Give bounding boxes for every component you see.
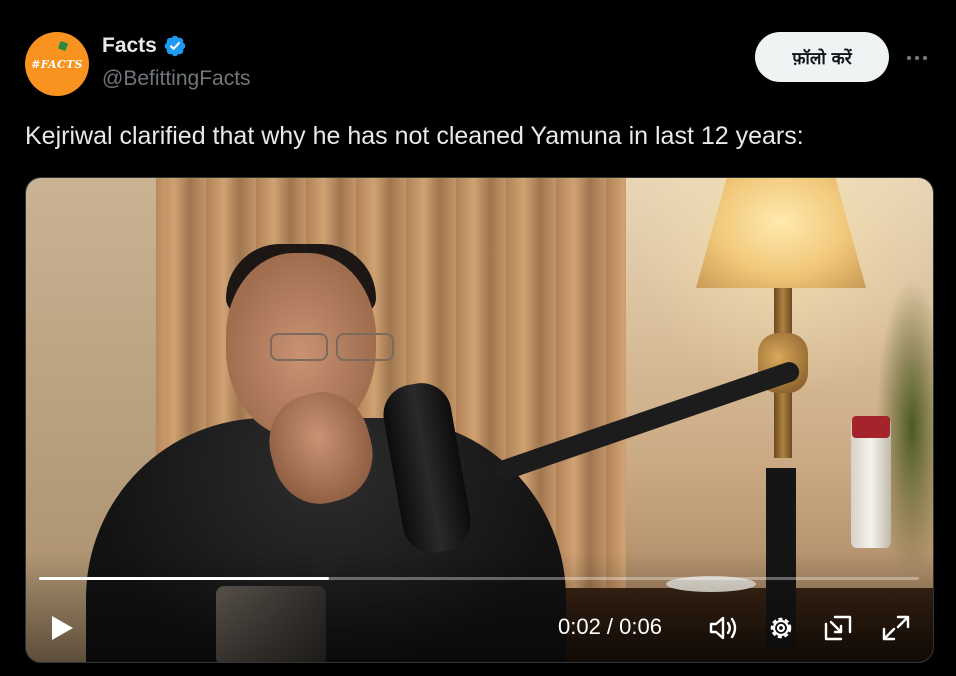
author-name-row: Facts <box>102 34 187 58</box>
flag-icon <box>57 40 69 52</box>
author-handle[interactable]: @BefittingFacts <box>102 67 251 91</box>
play-icon <box>52 616 73 640</box>
scene-glass-right <box>336 333 394 361</box>
tweet: #FACTS Facts @BefittingFacts फ़ॉलो करें … <box>0 0 956 676</box>
controls-overlay <box>26 552 933 662</box>
settings-icon <box>770 617 792 639</box>
verified-badge-icon <box>164 35 186 57</box>
avatar[interactable]: #FACTS <box>25 32 89 96</box>
scene-glass-left <box>270 333 328 361</box>
video-progress-fill <box>39 577 330 580</box>
play-button[interactable] <box>44 610 80 646</box>
scene-bottle-cap <box>852 416 890 438</box>
settings-button[interactable] <box>764 611 798 645</box>
picture-in-picture-button[interactable] <box>821 611 855 645</box>
scene-glasses <box>254 333 394 361</box>
video-progress-bar[interactable] <box>39 577 919 580</box>
video-time: 0:02 / 0:06 <box>558 614 662 639</box>
fullscreen-icon <box>882 615 910 641</box>
video-player[interactable]: 0:02 / 0:06 <box>25 177 934 663</box>
more-options-button[interactable] <box>902 44 932 72</box>
fullscreen-button[interactable] <box>878 611 914 645</box>
volume-button[interactable] <box>706 611 742 645</box>
volume-icon <box>709 616 737 640</box>
more-horizontal-icon <box>906 55 928 61</box>
picture-in-picture-icon <box>824 615 852 641</box>
tweet-text: Kejriwal clarified that why he has not c… <box>25 122 804 150</box>
display-name[interactable]: Facts <box>102 34 157 58</box>
avatar-label: #FACTS <box>31 57 83 71</box>
follow-button[interactable]: फ़ॉलो करें <box>755 32 889 82</box>
